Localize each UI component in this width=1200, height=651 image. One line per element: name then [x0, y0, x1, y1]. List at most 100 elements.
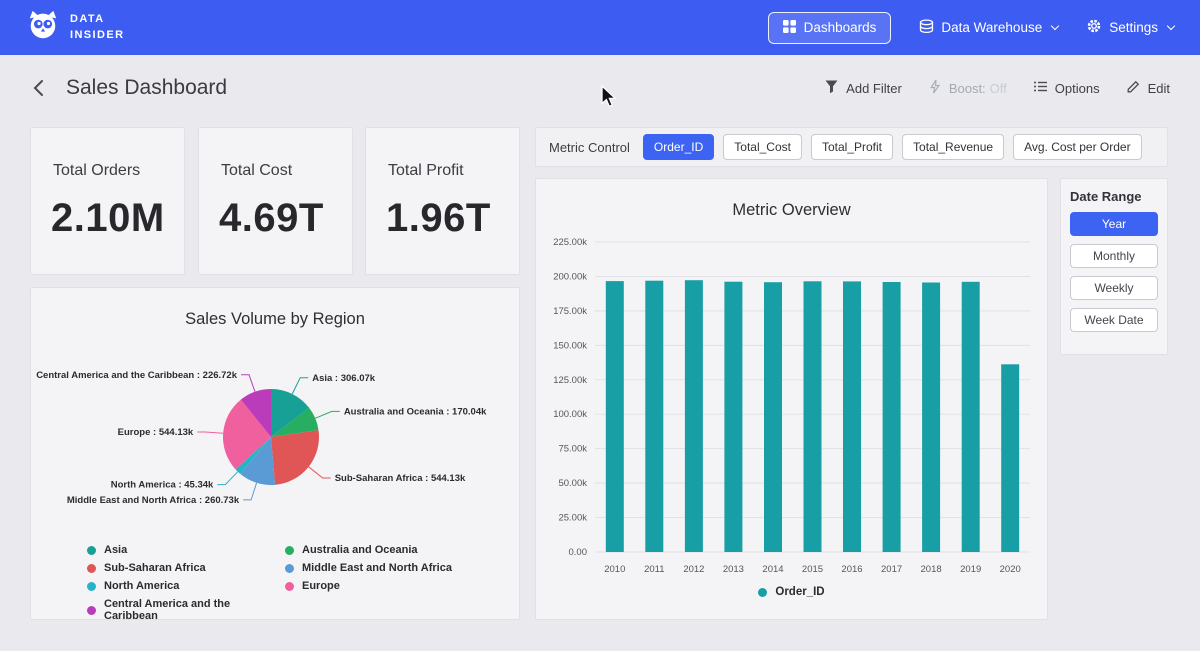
page-title: Sales Dashboard: [66, 76, 227, 100]
metric-button-total-profit[interactable]: Total_Profit: [811, 134, 893, 160]
pie-label-line: [243, 483, 257, 500]
pie-slice-label: Middle East and North Africa : 260.73k: [67, 495, 240, 506]
pie-label-line: [309, 467, 331, 478]
y-axis-tick-label: 125.00k: [553, 375, 587, 386]
data-warehouse-label: Data Warehouse: [941, 20, 1042, 35]
pie-label-line: [292, 378, 308, 394]
kpi-label: Total Orders: [53, 162, 184, 180]
pie-slice-label: Asia : 306.07k: [312, 373, 376, 384]
database-icon: [919, 19, 934, 37]
boost-toggle[interactable]: Boost: Off: [928, 79, 1007, 97]
date-range-button-week-date[interactable]: Week Date: [1070, 308, 1158, 332]
x-axis-tick-label: 2014: [762, 564, 783, 575]
chevron-down-icon: [1051, 22, 1059, 30]
metric-control-label: Metric Control: [549, 140, 630, 155]
boost-state: Off: [990, 81, 1007, 96]
y-axis-tick-label: 100.00k: [553, 409, 587, 420]
pie-label-line: [241, 375, 255, 392]
x-axis-tick-label: 2017: [881, 564, 902, 575]
back-button[interactable]: [30, 78, 48, 98]
pie-chart-svg: Asia : 306.07k Australia and Oceania : 17…: [31, 329, 521, 537]
add-filter-label: Add Filter: [846, 81, 902, 96]
bar-2014: [764, 282, 782, 552]
y-axis-tick-label: 25.00k: [558, 513, 587, 524]
x-axis-tick-label: 2018: [921, 564, 942, 575]
legend-dot: [87, 582, 96, 591]
y-axis-tick-label: 150.00k: [553, 340, 587, 351]
pie-legend-column-2: Australia and Oceania Middle East and Nor…: [285, 544, 452, 622]
legend-label: Middle East and North Africa: [302, 562, 452, 574]
top-navbar: DATA INSIDER Dashboards: [0, 0, 1200, 55]
pencil-icon: [1126, 79, 1141, 97]
kpi-label: Total Profit: [388, 162, 519, 180]
x-axis-tick-label: 2020: [1000, 564, 1021, 575]
bar-chart-title: Metric Overview: [536, 179, 1047, 220]
x-axis-tick-label: 2015: [802, 564, 823, 575]
bar-2020: [1001, 364, 1019, 552]
chevron-down-icon: [1167, 22, 1175, 30]
data-warehouse-menu[interactable]: Data Warehouse: [919, 19, 1058, 37]
settings-label: Settings: [1109, 20, 1158, 35]
legend-item[interactable]: Europe: [285, 580, 452, 592]
pie-chart-title: Sales Volume by Region: [31, 288, 519, 329]
metric-control-bar: Metric Control Order_ID Total_Cost Total…: [535, 127, 1168, 167]
legend-dot: [285, 582, 294, 591]
bar-2019: [962, 282, 980, 552]
pie-legend: Asia Sub-Saharan Africa North America Centr…: [31, 542, 519, 622]
add-filter-button[interactable]: Add Filter: [824, 79, 902, 97]
date-range-button-year[interactable]: Year: [1070, 212, 1158, 236]
pie-slice-label: Central America and the Caribbean : 226.…: [36, 370, 238, 381]
edit-button[interactable]: Edit: [1126, 79, 1170, 97]
pie-legend-column-1: Asia Sub-Saharan Africa North America Centr…: [87, 544, 285, 622]
x-axis-tick-label: 2012: [683, 564, 704, 575]
dashboards-button[interactable]: Dashboards: [768, 12, 892, 44]
kpi-value: 4.69T: [219, 196, 352, 241]
brand[interactable]: DATA INSIDER: [26, 8, 124, 47]
pie-label-line: [217, 472, 238, 485]
bar-chart-card: Metric Overview 0.0025.00k50.00k75.00k10…: [535, 178, 1048, 620]
kpi-label: Total Cost: [221, 162, 352, 180]
options-button[interactable]: Options: [1033, 79, 1100, 97]
list-icon: [1033, 79, 1048, 97]
pie-slice-sub-saharan-africa: [271, 430, 319, 485]
date-range-panel: Date Range Year Monthly Weekly Week Date: [1060, 178, 1168, 355]
y-axis-tick-label: 200.00k: [553, 271, 587, 282]
bar-chart-legend-item[interactable]: Order_ID: [536, 586, 1047, 598]
kpi-card-total-profit: Total Profit 1.96T: [365, 127, 520, 275]
metric-button-avg-cost-per-order[interactable]: Avg. Cost per Order: [1013, 134, 1142, 160]
settings-menu[interactable]: Settings: [1086, 18, 1174, 37]
legend-dot: [758, 588, 767, 597]
pie-slice-label: Australia and Oceania : 170.04k: [344, 406, 487, 417]
boost-label: Boost:: [949, 81, 986, 96]
legend-item[interactable]: Central America and the Caribbean: [87, 598, 285, 622]
x-axis-tick-label: 2011: [644, 564, 664, 575]
lightning-icon: [928, 79, 942, 97]
date-range-button-monthly[interactable]: Monthly: [1070, 244, 1158, 268]
legend-item[interactable]: Sub-Saharan Africa: [87, 562, 285, 574]
legend-item[interactable]: Asia: [87, 544, 285, 556]
legend-item[interactable]: North America: [87, 580, 285, 592]
legend-dot: [285, 564, 294, 573]
y-axis-tick-label: 75.00k: [558, 444, 587, 455]
legend-item[interactable]: Middle East and North Africa: [285, 562, 452, 574]
pie-label-line: [197, 432, 223, 433]
kpi-value: 2.10M: [51, 196, 184, 241]
bar-chart-svg: 0.0025.00k50.00k75.00k100.00k125.00k150.…: [539, 230, 1044, 582]
bar-2013: [724, 282, 742, 552]
metric-button-order-id[interactable]: Order_ID: [643, 134, 714, 160]
gear-icon: [1086, 18, 1102, 37]
bar-2018: [922, 283, 940, 553]
legend-label: Order_ID: [775, 586, 824, 598]
metric-button-total-revenue[interactable]: Total_Revenue: [902, 134, 1004, 160]
grid-icon: [783, 20, 796, 36]
legend-label: Australia and Oceania: [302, 544, 418, 556]
owl-logo-icon: [26, 8, 60, 47]
x-axis-tick-label: 2019: [960, 564, 981, 575]
legend-dot: [285, 546, 294, 555]
bar-2016: [843, 281, 861, 552]
metric-button-total-cost[interactable]: Total_Cost: [723, 134, 802, 160]
pie-slice-label: North America : 45.34k: [111, 480, 214, 491]
legend-item[interactable]: Australia and Oceania: [285, 544, 452, 556]
date-range-button-weekly[interactable]: Weekly: [1070, 276, 1158, 300]
dashboards-label: Dashboards: [804, 20, 877, 35]
